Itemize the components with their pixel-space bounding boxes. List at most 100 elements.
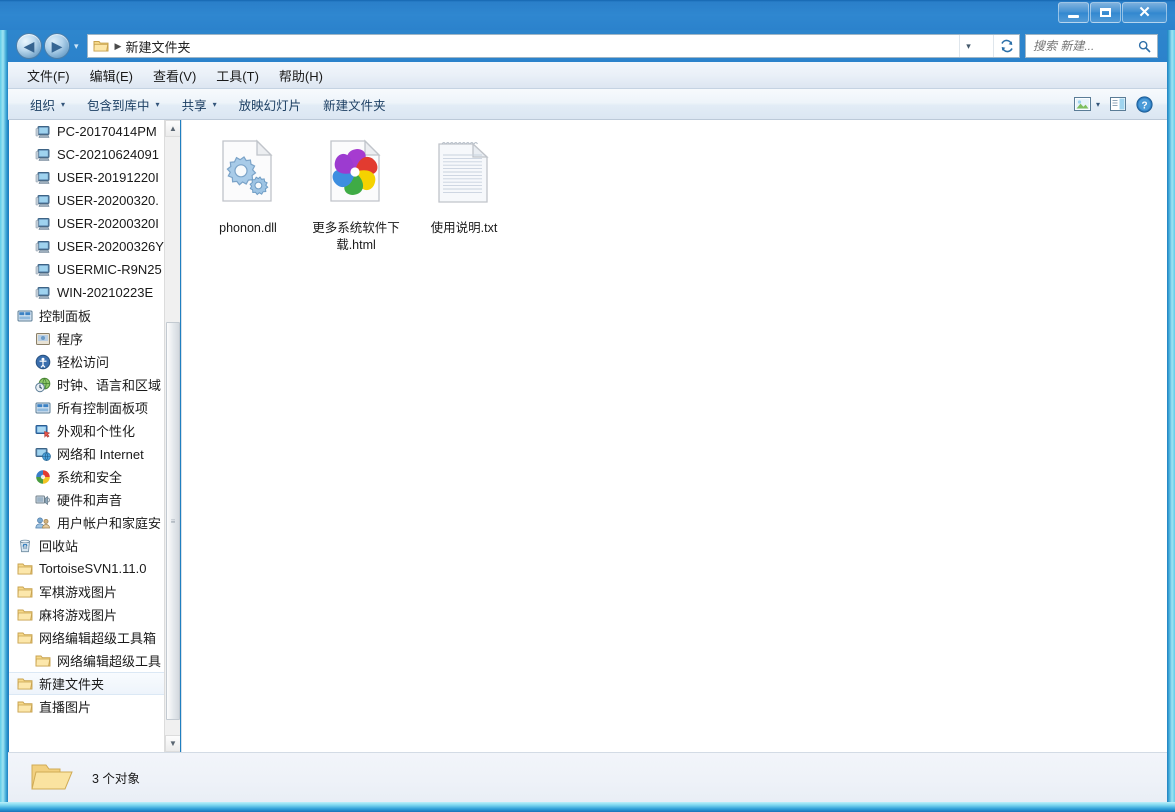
forward-arrow-icon: ▶ <box>51 38 63 54</box>
back-button[interactable]: ◀ <box>16 33 42 59</box>
text-notepad-icon <box>427 130 501 214</box>
computer-icon <box>35 216 51 232</box>
chevron-down-icon: ▼ <box>169 739 177 748</box>
nav-item[interactable]: USERMIC-R9N25 <box>9 258 172 281</box>
nav-item[interactable]: 程序 <box>9 327 172 350</box>
nav-item-label: 麻将游戏图片 <box>39 608 118 623</box>
file-item[interactable]: phonon.dll <box>196 130 300 254</box>
clock-language-icon <box>35 377 51 393</box>
nav-item[interactable]: WIN-20210223E <box>9 281 172 304</box>
scrollbar-thumb[interactable]: ≡ <box>166 322 180 720</box>
preview-pane-button[interactable] <box>1110 97 1126 111</box>
nav-item[interactable]: USER-20200320I <box>9 212 172 235</box>
nav-item[interactable]: 所有控制面板项 <box>9 396 172 419</box>
file-item[interactable]: 使用说明.txt <box>412 130 516 254</box>
folder-icon <box>17 699 33 715</box>
new-folder-button[interactable]: 新建文件夹 <box>315 91 394 118</box>
nav-item-label: 所有控制面板项 <box>57 401 149 416</box>
search-box[interactable] <box>1025 34 1158 58</box>
folder-icon <box>93 39 109 53</box>
share-with-button[interactable]: 共享 ▾ <box>174 91 225 118</box>
forward-button[interactable]: ▶ <box>44 33 70 59</box>
maximize-button[interactable] <box>1090 2 1121 23</box>
title-bar[interactable]: ✕ <box>0 0 1175 30</box>
command-bar: 组织 ▾ 包含到库中 ▾ 共享 ▾ 放映幻灯片 新建文件夹 ▾ ? <box>8 89 1167 120</box>
nav-item-label: 硬件和声音 <box>57 493 123 508</box>
breadcrumb-path[interactable]: 新建文件夹 <box>125 37 190 56</box>
close-button[interactable]: ✕ <box>1122 2 1167 23</box>
nav-scrollbar[interactable]: ▲ ≡ ▼ <box>164 120 180 752</box>
nav-item[interactable]: 用户帐户和家庭安 <box>9 511 172 534</box>
file-item[interactable]: 更多系统软件下载.html <box>304 130 408 254</box>
help-icon: ? <box>1136 95 1153 113</box>
chevron-down-icon: ▾ <box>155 99 160 109</box>
maximize-icon <box>1100 8 1111 17</box>
scroll-up-button[interactable]: ▲ <box>165 120 180 137</box>
nav-item[interactable]: 时钟、语言和区域 <box>9 373 172 396</box>
all-items-icon <box>35 400 51 416</box>
navigation-tree: PC-20170414PM SC-20210624091 USER-20191220… <box>9 120 172 718</box>
folder-open-icon <box>30 761 74 795</box>
help-button[interactable]: ? <box>1136 95 1153 113</box>
control-panel-icon <box>17 308 33 324</box>
window-frame-bottom <box>0 802 1175 812</box>
file-list-pane[interactable]: phonon.dll 更多系统软件下载.html 使用说明.txt <box>181 120 1167 752</box>
nav-item[interactable]: 回收站 <box>9 534 172 557</box>
close-icon: ✕ <box>1138 4 1151 21</box>
computer-icon <box>35 147 51 163</box>
nav-item[interactable]: SC-20210624091 <box>9 143 172 166</box>
menu-item-file[interactable]: 文件(F) <box>18 63 79 88</box>
nav-item[interactable]: PC-20170414PM <box>9 120 172 143</box>
search-icon[interactable] <box>1138 40 1151 53</box>
chevron-down-icon[interactable]: ▾ <box>959 35 977 57</box>
svg-text:?: ? <box>1141 100 1147 111</box>
html-pinwheel-icon <box>319 130 393 214</box>
folder-icon <box>17 630 33 646</box>
folder-icon <box>17 584 33 600</box>
include-in-library-button[interactable]: 包含到库中 ▾ <box>79 91 168 118</box>
slideshow-button[interactable]: 放映幻灯片 <box>231 91 310 118</box>
nav-item[interactable]: 系统和安全 <box>9 465 172 488</box>
nav-item[interactable]: 外观和个性化 <box>9 419 172 442</box>
nav-item[interactable]: 网络编辑超级工具 <box>9 649 172 672</box>
nav-item[interactable]: TortoiseSVN1.11.0 <box>9 557 172 580</box>
folder-icon <box>17 676 33 692</box>
nav-item[interactable]: 麻将游戏图片 <box>9 603 172 626</box>
view-layout-button[interactable]: ▾ <box>1073 97 1100 111</box>
nav-item-label: USER-20191220I <box>57 170 159 185</box>
menu-item-help[interactable]: 帮助(H) <box>270 63 332 88</box>
menu-item-tools[interactable]: 工具(T) <box>207 63 268 88</box>
navigation-pane: PC-20170414PM SC-20210624091 USER-20191220… <box>9 120 180 752</box>
organize-button[interactable]: 组织 ▾ <box>22 91 73 118</box>
menu-item-edit[interactable]: 编辑(E) <box>81 63 142 88</box>
back-arrow-icon: ◀ <box>23 38 35 54</box>
nav-item[interactable]: USER-20200320. <box>9 189 172 212</box>
appearance-icon <box>35 423 51 439</box>
organize-label: 组织 <box>30 98 56 113</box>
nav-item[interactable]: 轻松访问 <box>9 350 172 373</box>
recent-pages-button[interactable]: ▾ <box>74 41 79 52</box>
minimize-button[interactable] <box>1058 2 1089 23</box>
nav-item[interactable]: 控制面板 <box>9 304 172 327</box>
scroll-down-button[interactable]: ▼ <box>165 735 180 752</box>
address-bar[interactable]: ▶ 新建文件夹 ▾ <box>86 34 1020 58</box>
nav-item[interactable]: 直播图片 <box>9 695 172 718</box>
nav-item-label: USER-20200320. <box>57 193 159 208</box>
file-grid: phonon.dll 更多系统软件下载.html 使用说明.txt <box>182 120 1167 266</box>
nav-item[interactable]: USER-20200326Y <box>9 235 172 258</box>
window-controls: ✕ <box>1058 2 1167 23</box>
nav-item[interactable]: 硬件和声音 <box>9 488 172 511</box>
search-input[interactable] <box>1033 39 1137 53</box>
nav-item[interactable]: 网络和 Internet <box>9 442 172 465</box>
nav-item-selected[interactable]: 新建文件夹 <box>9 672 172 695</box>
nav-item-label: 程序 <box>57 332 84 347</box>
nav-item[interactable]: 网络编辑超级工具箱 <box>9 626 172 649</box>
menu-item-view[interactable]: 查看(V) <box>144 63 205 88</box>
nav-item-label: USER-20200326Y <box>57 239 164 254</box>
folder-icon <box>17 561 33 577</box>
nav-item[interactable]: 军棋游戏图片 <box>9 580 172 603</box>
nav-item-label: 网络编辑超级工具 <box>57 654 162 669</box>
nav-item[interactable]: USER-20191220I <box>9 166 172 189</box>
computer-icon <box>35 170 51 186</box>
refresh-icon[interactable] <box>993 35 1019 57</box>
